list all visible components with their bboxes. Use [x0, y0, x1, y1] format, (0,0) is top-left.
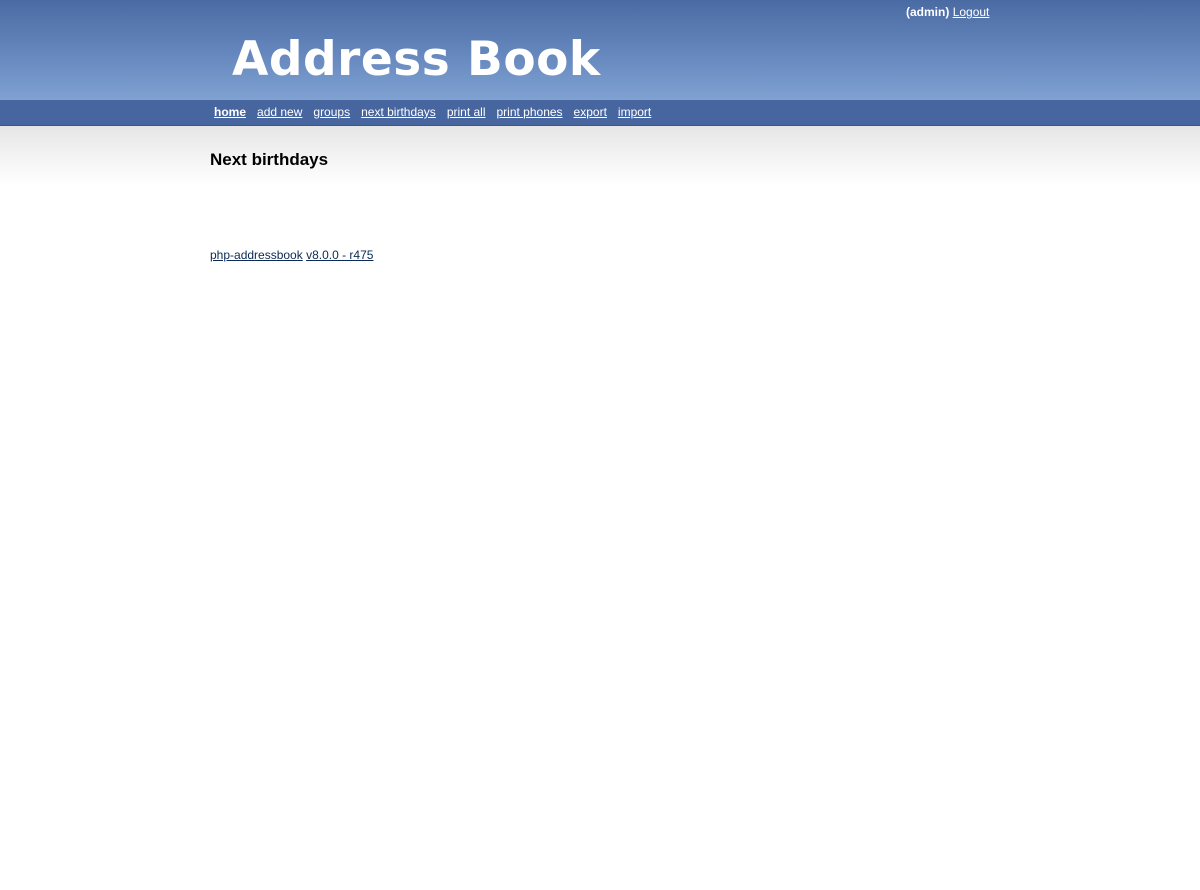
version-link[interactable]: v8.0.0 - r475 [306, 248, 373, 262]
user-area: (admin) Logout [906, 5, 989, 19]
nav-groups[interactable]: groups [313, 105, 350, 119]
nav-add-new[interactable]: add new [257, 105, 302, 119]
nav-home[interactable]: home [214, 105, 246, 119]
app-link[interactable]: php-addressbook [210, 248, 303, 262]
nav-import[interactable]: import [618, 105, 651, 119]
logo: Address Book [232, 32, 601, 87]
nav-next-birthdays[interactable]: next birthdays [361, 105, 436, 119]
content-band [0, 126, 1200, 186]
navbar: home add new groups next birthdays print… [0, 100, 1200, 126]
nav-export[interactable]: export [574, 105, 607, 119]
logout-link[interactable]: Logout [953, 5, 990, 19]
page-title: Next birthdays [210, 150, 329, 169]
nav-print-all[interactable]: print all [447, 105, 486, 119]
current-user: (admin) [906, 5, 950, 19]
footer: php-addressbook v8.0.0 - r475 [210, 248, 373, 262]
nav-print-phones[interactable]: print phones [497, 105, 563, 119]
header: (admin) Logout Address Book [0, 0, 1200, 100]
main-nav: home add new groups next birthdays print… [214, 105, 662, 119]
